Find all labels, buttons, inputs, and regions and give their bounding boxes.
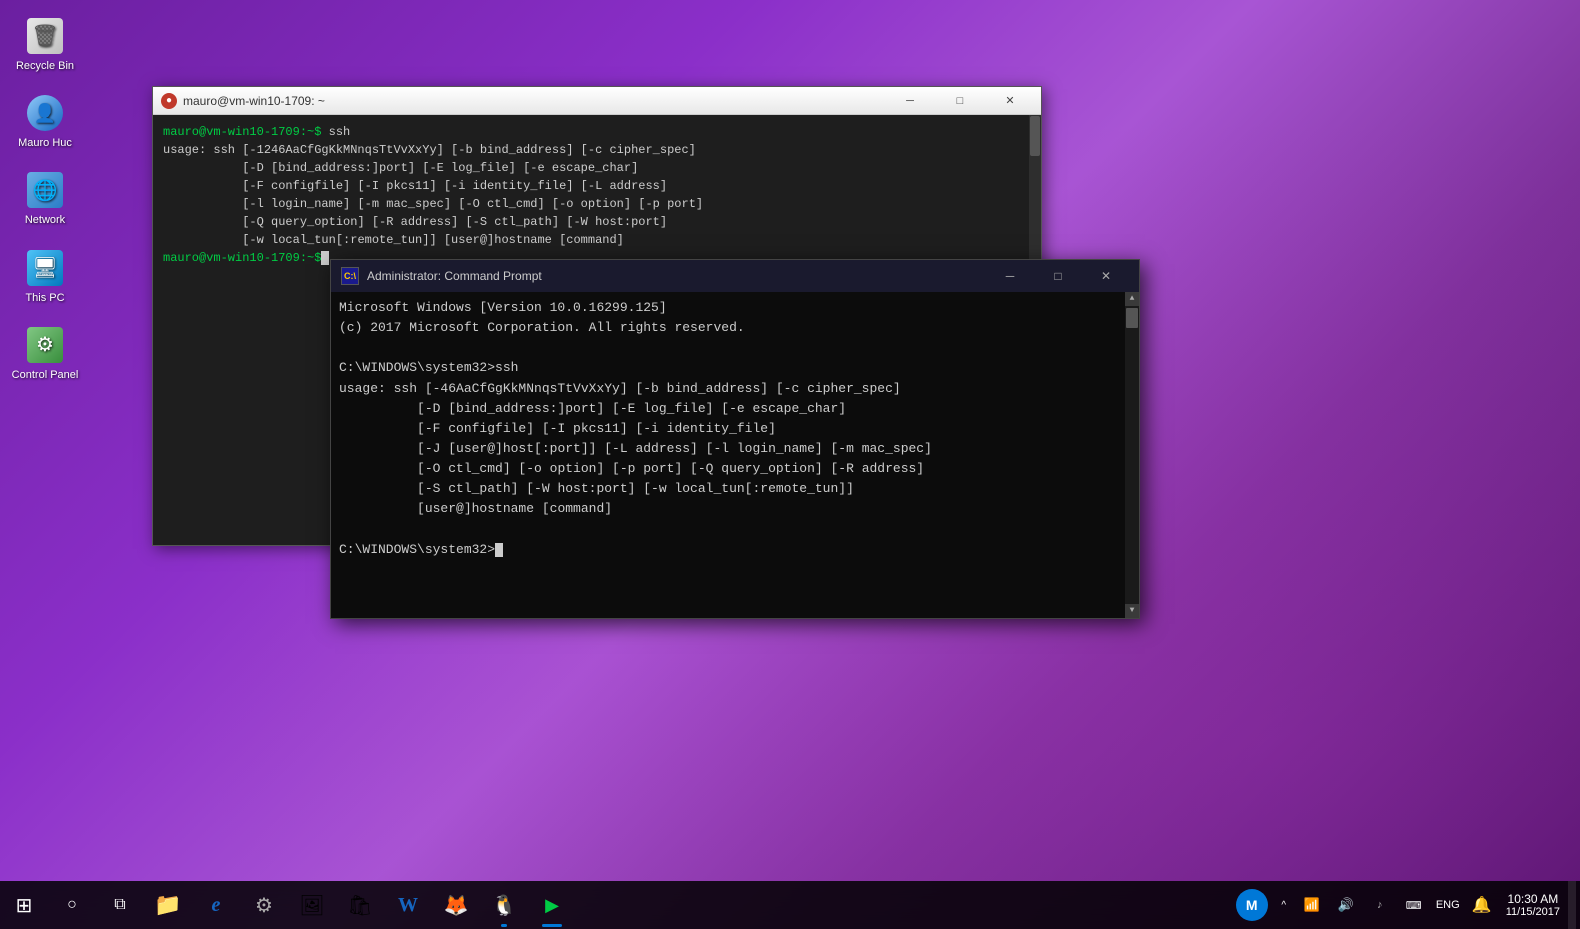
recycle-bin-label: Recycle Bin [16, 60, 74, 73]
cmd-minimize-button[interactable]: ─ [987, 263, 1033, 289]
desktop-icon-this-pc[interactable]: 🖥 This PC [5, 242, 85, 311]
cmd-close-button[interactable]: ✕ [1083, 263, 1129, 289]
cmd-title-icon: C:\ [341, 267, 359, 285]
ssh-title-icon: ● [161, 93, 177, 109]
ssh-maximize-button[interactable]: □ [937, 91, 983, 111]
system-tray: M ^ 📶 🔊 ♪ ⌨ ENG 🔔 10:30 AM 11/15/2017 [1232, 881, 1580, 929]
ssh-usage-line6: [-w local_tun[:remote_tun]] [user@]hostn… [163, 231, 1031, 249]
control-panel-icon: ⚙ [25, 325, 65, 365]
this-pc-label: This PC [25, 292, 64, 305]
tray-clock[interactable]: 10:30 AM 11/15/2017 [1500, 881, 1566, 929]
word-icon: W [398, 894, 418, 917]
control-panel-label: Control Panel [12, 369, 79, 382]
cmd-scrollbar[interactable]: ▲ ▼ [1125, 292, 1139, 618]
cmd-prompt1-line: C:\WINDOWS\system32>ssh [339, 358, 1131, 378]
tray-network-icon[interactable]: 📶 [1296, 881, 1328, 929]
cmd-usage-line5: [-O ctl_cmd] [-o option] [-p port] [-Q q… [339, 459, 1131, 479]
this-pc-icon: 🖥 [25, 248, 65, 288]
desktop-icon-control-panel[interactable]: ⚙ Control Panel [5, 319, 85, 388]
ssh-usage-line1: usage: ssh [-1246AaCfGgKkMNnqsTtVvXxYy] … [163, 141, 1031, 159]
firefox-icon: 🦊 [444, 893, 469, 918]
cmd-window-buttons: ─ □ ✕ [987, 263, 1129, 289]
task-view-button[interactable]: ⧉ [96, 881, 144, 929]
tray-lang-icon[interactable]: ENG [1432, 881, 1464, 929]
tray-keyboard-icon[interactable]: ⌨ [1398, 881, 1430, 929]
cmd-windows-version: Microsoft Windows [Version 10.0.16299.12… [339, 298, 1131, 318]
settings-icon: ⚙ [255, 893, 273, 918]
photos-icon: 🖼 [299, 893, 324, 918]
tray-user-avatar[interactable]: M [1236, 889, 1268, 921]
taskbar-apps: 📁 e ⚙ 🖼 🛍 W 🦊 [144, 881, 1232, 929]
cmd-scroll-up-button[interactable]: ▲ [1125, 292, 1139, 306]
taskbar-app-photos[interactable]: 🖼 [288, 881, 336, 929]
taskbar: ⊞ ○ ⧉ 📁 e ⚙ 🖼 🛍 [0, 881, 1580, 929]
cmd-scroll-down-button[interactable]: ▼ [1125, 604, 1139, 618]
ssh-usage-line3: [-F configfile] [-I pkcs11] [-i identity… [163, 177, 1031, 195]
tray-notification-icon[interactable]: 🔔 [1466, 881, 1498, 929]
desktop-icon-mauro-huc[interactable]: 👤 Mauro Huc [5, 87, 85, 156]
ssh-usage-line4: [-l login_name] [-m mac_spec] [-O ctl_cm… [163, 195, 1031, 213]
taskbar-app-store[interactable]: 🛍 [336, 881, 384, 929]
ssh-window-buttons: ─ □ ✕ [887, 91, 1033, 111]
taskbar-app-word[interactable]: W [384, 881, 432, 929]
ssh-minimize-button[interactable]: ─ [887, 91, 933, 111]
cmd-title-text: Administrator: Command Prompt [367, 269, 979, 283]
cmd-window[interactable]: C:\ Administrator: Command Prompt ─ □ ✕ … [330, 259, 1140, 619]
cmd-usage-line7: [user@]hostname [command] [339, 499, 1131, 519]
desktop-icon-recycle-bin[interactable]: 🗑 Recycle Bin [5, 10, 85, 79]
ssh-prompt-line: mauro@vm-win10-1709:~$ ssh [163, 123, 1031, 141]
mauro-huc-icon: 👤 [25, 93, 65, 133]
desktop: 🗑 Recycle Bin 👤 Mauro Huc 🌐 Network 🖥 Th… [0, 0, 1580, 929]
network-label: Network [25, 214, 65, 227]
search-button[interactable]: ○ [48, 881, 96, 929]
cmd-copyright: (c) 2017 Microsoft Corporation. All righ… [339, 318, 1131, 338]
cmd-prompt2-line: C:\WINDOWS\system32> [339, 540, 1131, 560]
taskbar-app-settings[interactable]: ⚙ [240, 881, 288, 929]
cmd-terminal-body[interactable]: Microsoft Windows [Version 10.0.16299.12… [331, 292, 1139, 618]
ssh-usage-line2: [-D [bind_address:]port] [-E log_file] [… [163, 159, 1031, 177]
cmd-maximize-button[interactable]: □ [1035, 263, 1081, 289]
tray-show-desktop-button[interactable] [1568, 881, 1576, 929]
tray-volume-icon[interactable]: 🔊 [1330, 881, 1362, 929]
ubuntu-icon: 🐧 [492, 893, 517, 918]
desktop-icon-network[interactable]: 🌐 Network [5, 164, 85, 233]
desktop-icons: 🗑 Recycle Bin 👤 Mauro Huc 🌐 Network 🖥 Th… [5, 10, 85, 388]
cmd-usage-line1: usage: ssh [-46AaCfGgKkMNnqsTtVvXxYy] [-… [339, 379, 1131, 399]
ssh-titlebar[interactable]: ● mauro@vm-win10-1709: ~ ─ □ ✕ [153, 87, 1041, 115]
taskbar-app-ie[interactable]: e [192, 881, 240, 929]
taskbar-app-explorer[interactable]: 📁 [144, 881, 192, 929]
taskbar-app-ubuntu[interactable]: 🐧 [480, 881, 528, 929]
recycle-bin-icon: 🗑 [25, 16, 65, 56]
ssh-close-button[interactable]: ✕ [987, 91, 1033, 111]
tray-speaker-icon[interactable]: ♪ [1364, 881, 1396, 929]
taskbar-app-firefox[interactable]: 🦊 [432, 881, 480, 929]
tray-time-display: 10:30 AM [1508, 892, 1559, 906]
taskbar-app-terminal[interactable]: ▶ [528, 881, 576, 929]
ssh-scroll-thumb[interactable] [1030, 116, 1040, 156]
start-button[interactable]: ⊞ [0, 881, 48, 929]
cmd-usage-line4: [-J [user@]host[:port]] [-L address] [-l… [339, 439, 1131, 459]
tray-lang-label: ENG [1436, 899, 1460, 911]
cmd-titlebar[interactable]: C:\ Administrator: Command Prompt ─ □ ✕ [331, 260, 1139, 292]
mauro-huc-label: Mauro Huc [18, 137, 72, 150]
ssh-title-text: mauro@vm-win10-1709: ~ [183, 94, 881, 108]
cmd-scroll-thumb[interactable] [1126, 308, 1138, 328]
explorer-icon: 📁 [154, 892, 181, 918]
tray-date-display: 11/15/2017 [1506, 906, 1560, 918]
cmd-usage-line3: [-F configfile] [-I pkcs11] [-i identity… [339, 419, 1131, 439]
cmd-usage-line2: [-D [bind_address:]port] [-E log_file] [… [339, 399, 1131, 419]
network-icon: 🌐 [25, 170, 65, 210]
store-icon: 🛍 [347, 893, 372, 918]
cmd-usage-line6: [-S ctl_path] [-W host:port] [-w local_t… [339, 479, 1131, 499]
ie-icon: e [212, 894, 221, 917]
terminal-icon: ▶ [545, 895, 559, 916]
ssh-usage-line5: [-Q query_option] [-R address] [-S ctl_p… [163, 213, 1031, 231]
tray-chevron-button[interactable]: ^ [1274, 881, 1294, 929]
